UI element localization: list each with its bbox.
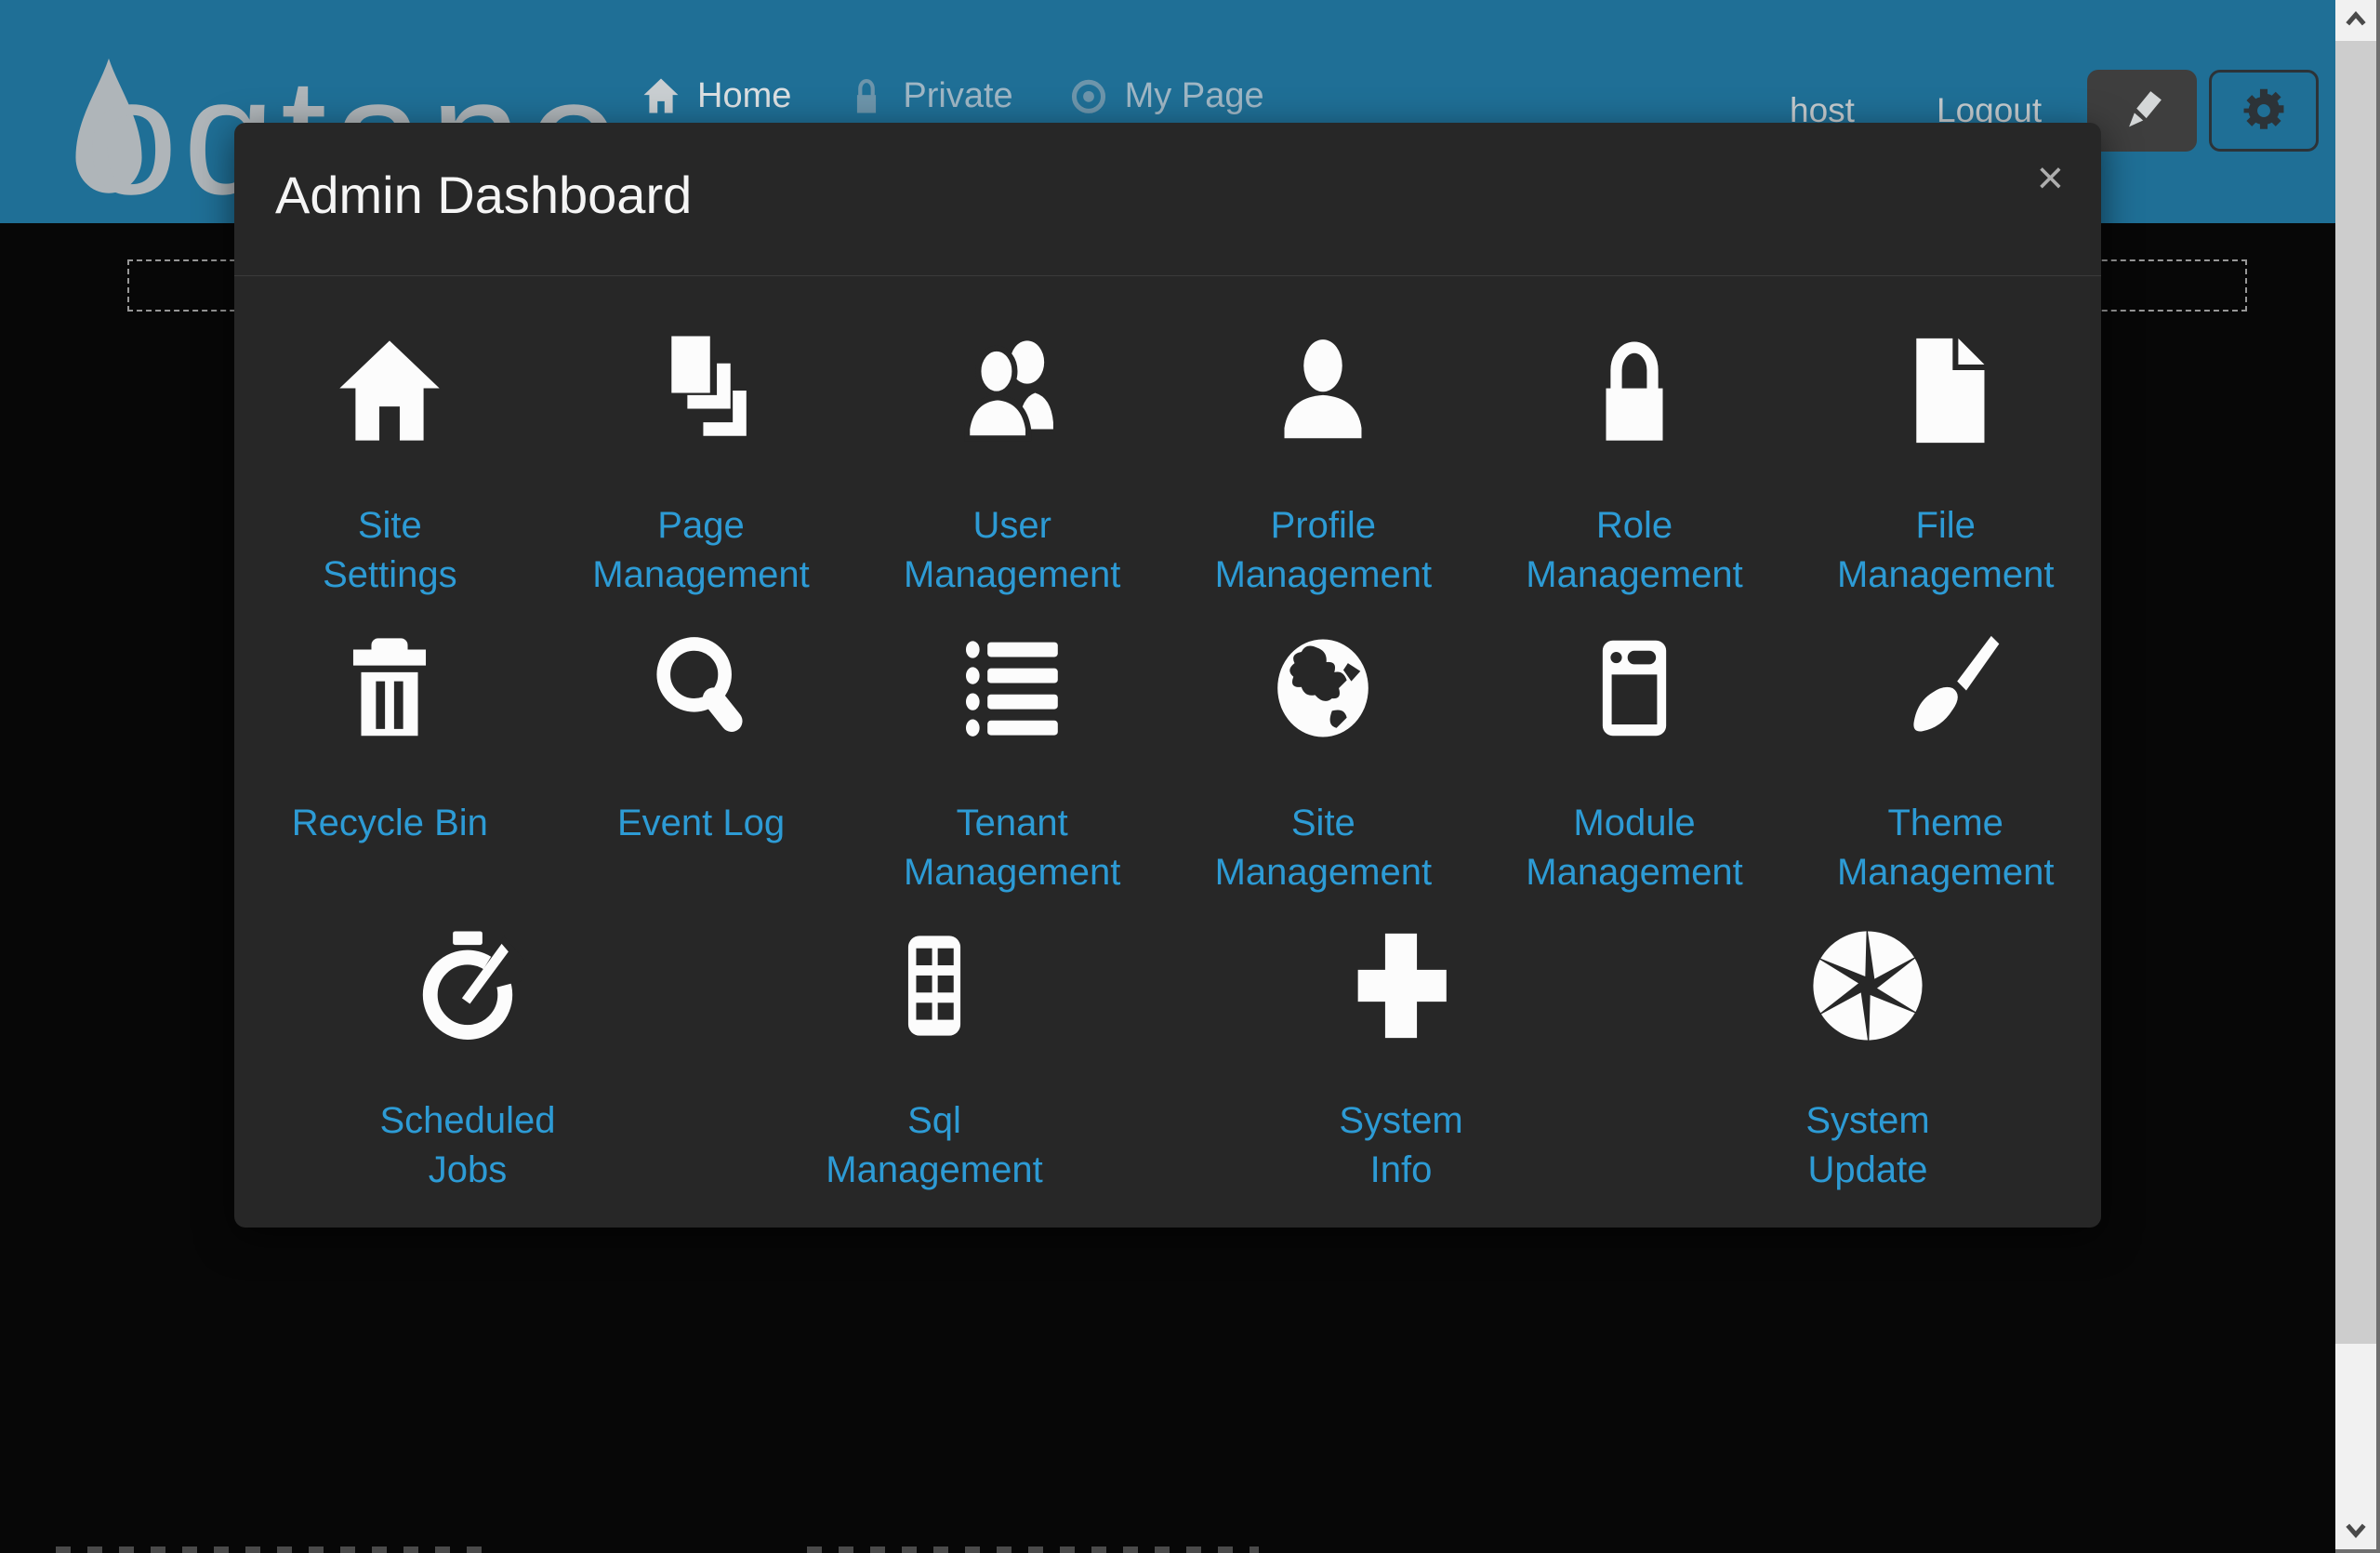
plus-icon (1344, 923, 1458, 1042)
tile-label: Recycle Bin (292, 799, 488, 848)
tile-recycle-bin[interactable]: Recycle Bin (234, 626, 546, 923)
scroll-up-button[interactable] (2335, 0, 2376, 41)
tile-label: SqlManagement (826, 1096, 1042, 1195)
nav-label-home: Home (697, 76, 791, 116)
tile-label: Event Log (617, 799, 785, 848)
pencil-icon (2115, 84, 2169, 138)
lock-icon (847, 74, 886, 117)
tile-label: PageManagement (592, 501, 809, 600)
scroll-thumb[interactable] (2335, 41, 2376, 1344)
clipped-footer-content (56, 1546, 493, 1553)
aperture-icon (1811, 923, 1924, 1042)
brush-icon (1889, 626, 2003, 745)
globe-icon (1266, 626, 1380, 745)
tile-grid: SiteSettings PageManagement UserManagement… (234, 276, 2101, 1195)
close-icon[interactable]: × (2037, 154, 2064, 201)
nav-item-private[interactable]: Private (847, 74, 1012, 117)
file-icon (1889, 328, 2003, 447)
scrollbar[interactable] (2335, 0, 2376, 1553)
home-icon (333, 328, 446, 447)
nav-item-home[interactable]: Home (641, 74, 791, 117)
edit-mode-button[interactable] (2087, 70, 2197, 152)
tile-role-management[interactable]: RoleManagement (1479, 328, 1791, 626)
clipped-footer-content (807, 1546, 1259, 1553)
tile-system-info[interactable]: SystemInfo (1168, 923, 1634, 1195)
magnifier-icon (644, 626, 758, 745)
tile-label: SystemInfo (1339, 1096, 1462, 1195)
chevron-down-icon (2342, 1515, 2370, 1543)
layers-icon (644, 328, 758, 447)
timer-icon (411, 923, 524, 1042)
chevron-up-icon (2342, 7, 2370, 34)
tile-system-update[interactable]: SystemUpdate (1634, 923, 2101, 1195)
tile-user-management[interactable]: UserManagement (856, 328, 1168, 626)
tile-theme-management[interactable]: ThemeManagement (1790, 626, 2101, 923)
tile-module-management[interactable]: ModuleManagement (1479, 626, 1791, 923)
target-icon (1069, 74, 1108, 117)
tile-label: UserManagement (904, 501, 1120, 600)
scroll-down-button[interactable] (2335, 1508, 2376, 1549)
tile-tenant-management[interactable]: TenantManagement (856, 626, 1168, 923)
people-icon (956, 328, 1069, 447)
tile-site-settings[interactable]: SiteSettings (234, 328, 546, 626)
window-edge (2335, 1549, 2380, 1553)
tile-label: RoleManagement (1526, 501, 1742, 600)
browser-icon (1578, 626, 1691, 745)
nav-label-my-page: My Page (1125, 76, 1264, 116)
gear-icon (2237, 84, 2291, 138)
list-icon (956, 626, 1069, 745)
tile-label: ScheduledJobs (379, 1096, 555, 1195)
spreadsheet-icon (878, 923, 991, 1042)
tile-label: TenantManagement (904, 799, 1120, 897)
home-icon (641, 74, 681, 117)
tile-row: SiteSettings PageManagement UserManagement… (234, 328, 2101, 626)
window-edge (2376, 0, 2380, 1553)
tile-profile-management[interactable]: ProfileManagement (1168, 328, 1479, 626)
tile-row: ScheduledJobs SqlManagement SystemInfo Syst… (234, 923, 2101, 1195)
padlock-icon (1578, 328, 1691, 447)
settings-button[interactable] (2209, 70, 2319, 152)
tile-label: ThemeManagement (1837, 799, 2054, 897)
tile-event-log[interactable]: Event Log (546, 626, 857, 923)
modal-title: Admin Dashboard (275, 166, 2060, 225)
admin-dashboard-modal: Admin Dashboard × SiteSettings PageManage… (234, 123, 2101, 1228)
tile-sql-management[interactable]: SqlManagement (701, 923, 1168, 1195)
modal-header: Admin Dashboard × (234, 123, 2101, 276)
tile-file-management[interactable]: FileManagement (1790, 328, 2101, 626)
tile-label: FileManagement (1837, 501, 2054, 600)
tile-label: ModuleManagement (1526, 799, 1742, 897)
main-nav: Home Private My Page (641, 74, 1264, 117)
tile-scheduled-jobs[interactable]: ScheduledJobs (234, 923, 701, 1195)
tile-label: SiteManagement (1215, 799, 1432, 897)
tile-label: ProfileManagement (1215, 501, 1432, 600)
person-icon (1266, 328, 1380, 447)
nav-item-my-page[interactable]: My Page (1069, 74, 1264, 117)
tile-label: SiteSettings (323, 501, 457, 600)
tile-label: SystemUpdate (1805, 1096, 1929, 1195)
tile-page-management[interactable]: PageManagement (546, 328, 857, 626)
tile-row: Recycle Bin Event Log TenantManagement Site… (234, 626, 2101, 923)
tile-site-management[interactable]: SiteManagement (1168, 626, 1479, 923)
trash-icon (333, 626, 446, 745)
nav-label-private: Private (903, 76, 1012, 116)
